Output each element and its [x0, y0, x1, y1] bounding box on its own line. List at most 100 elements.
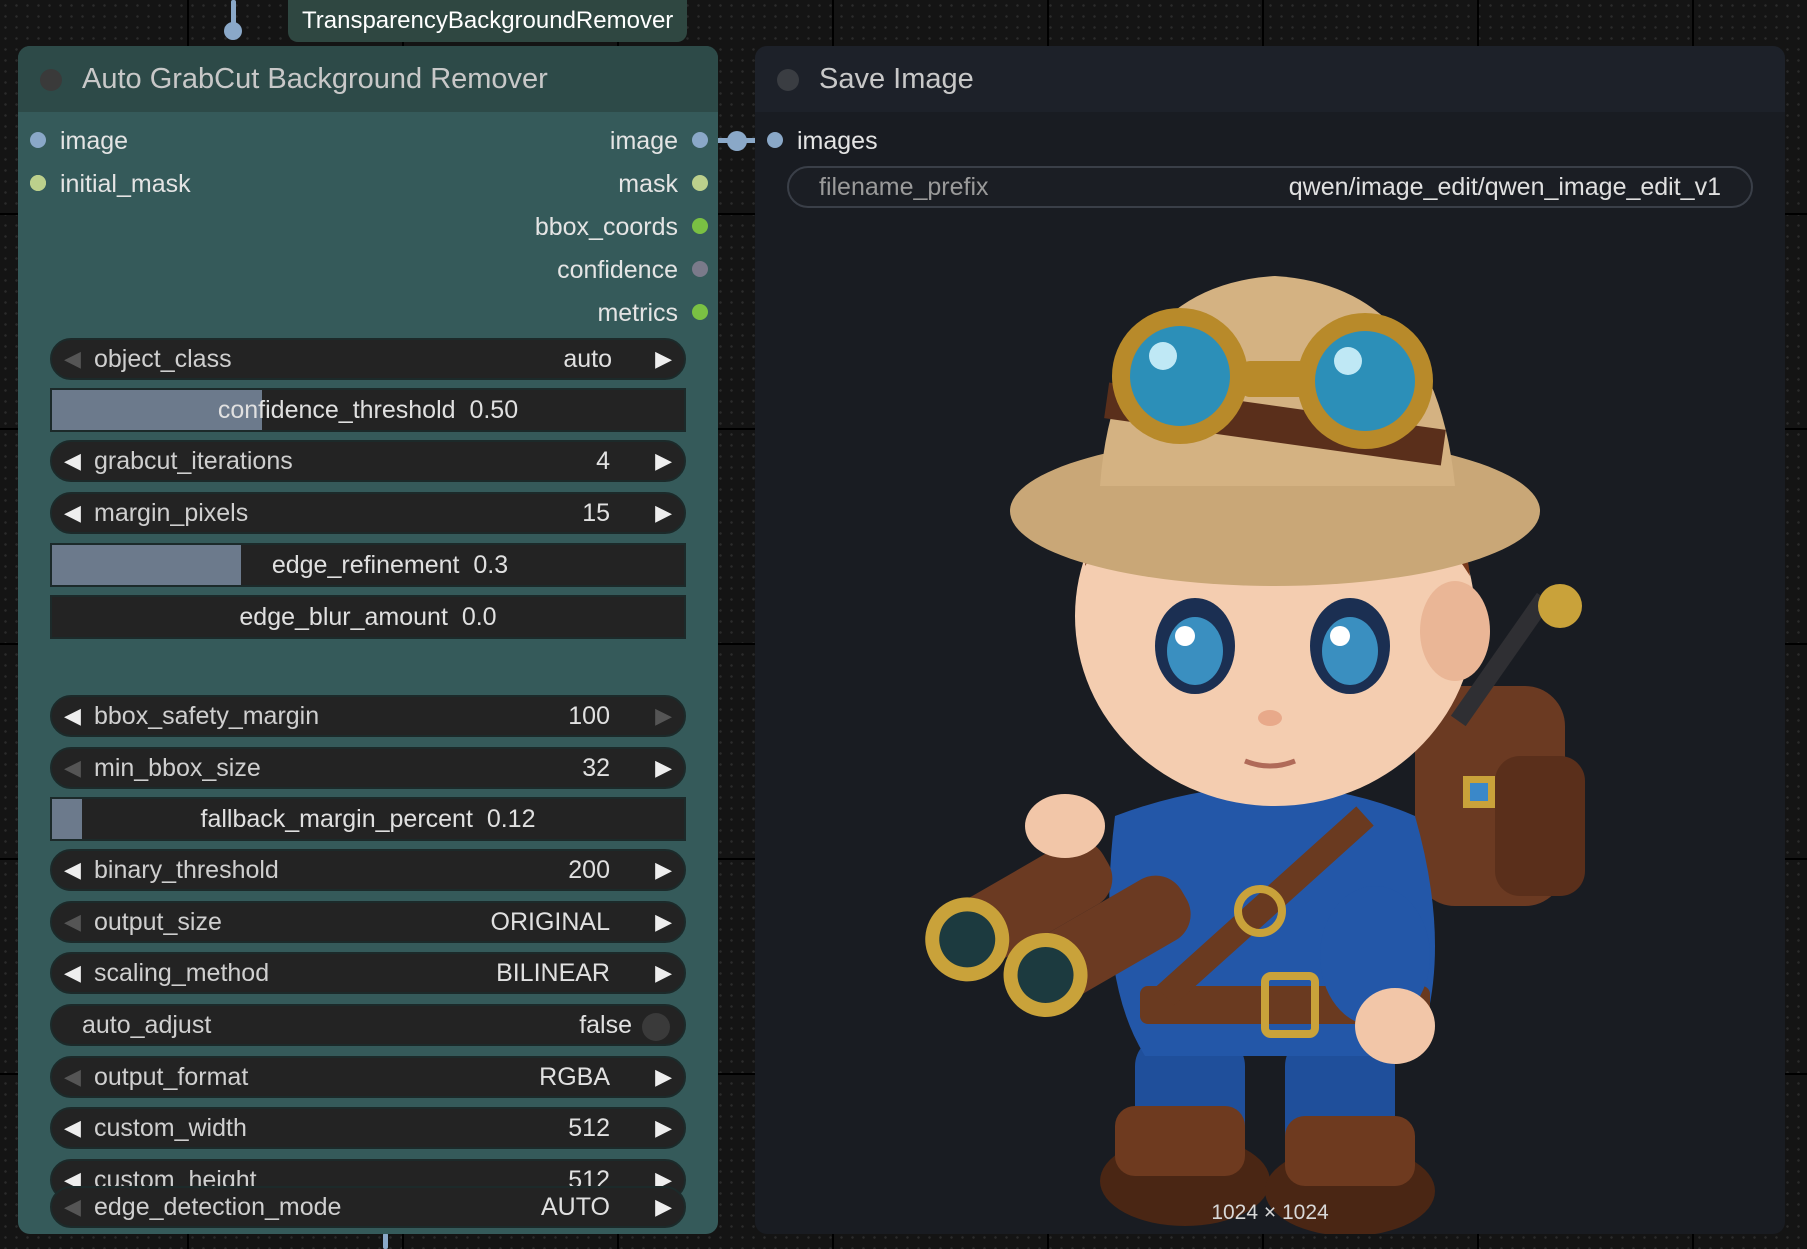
input-images-label: images [797, 127, 878, 155]
toggle-knob-icon[interactable] [642, 1013, 670, 1041]
field-value: qwen/image_edit/qwen_image_edit_v1 [1288, 173, 1721, 201]
increment-arrow-icon[interactable]: ▶ [655, 903, 672, 941]
widget-label: margin_pixels [94, 499, 249, 527]
slider-label: confidence_threshold 0.50 [217, 396, 519, 424]
widget-label: custom_width [94, 1114, 247, 1142]
field-label: filename_prefix [819, 173, 989, 201]
image-size-caption: 1024 × 1024 [1211, 1201, 1329, 1224]
widget-grabcut-iterations[interactable]: ◀ grabcut_iterations 4 ▶ [50, 440, 686, 482]
widget-custom-width[interactable]: ◀ custom_width 512 ▶ [50, 1107, 686, 1149]
decrement-arrow-icon[interactable]: ◀ [64, 903, 81, 941]
increment-arrow-icon[interactable]: ▶ [655, 749, 672, 787]
widget-label: output_format [94, 1063, 249, 1091]
widget-label: auto_adjust [82, 1011, 212, 1039]
widget-value: ORIGINAL [490, 908, 610, 936]
widget-label: edge_detection_mode [94, 1193, 342, 1221]
slider-confidence-threshold[interactable]: confidence_threshold 0.50 [50, 388, 686, 432]
widget-value: 32 [582, 754, 610, 782]
top-wire-dot [224, 22, 242, 40]
canvas-group-title: TransparencyBackgroundRemover [288, 0, 688, 42]
input-initial-mask-dot[interactable] [30, 175, 46, 191]
output-confidence-label: confidence [557, 256, 678, 284]
output-image-label: image [609, 127, 678, 155]
output-mask-dot[interactable] [692, 175, 708, 191]
decrement-arrow-icon[interactable]: ◀ [64, 851, 81, 889]
slider-label: edge_blur_amount 0.0 [239, 603, 497, 631]
slider-edge-refinement[interactable]: edge_refinement 0.3 [50, 543, 686, 587]
widget-label: binary_threshold [94, 856, 279, 884]
input-image-dot[interactable] [30, 132, 46, 148]
link-reroute-dot[interactable] [727, 131, 747, 151]
increment-arrow-icon[interactable]: ▶ [655, 697, 672, 735]
increment-arrow-icon[interactable]: ▶ [655, 1058, 672, 1096]
widget-label: min_bbox_size [94, 754, 261, 782]
increment-arrow-icon[interactable]: ▶ [655, 851, 672, 889]
decrement-arrow-icon[interactable]: ◀ [64, 1058, 81, 1096]
chibi-explorer-with-binoculars-image [925, 276, 1585, 1234]
slider-label: fallback_margin_percent 0.12 [200, 805, 536, 833]
widget-output-size[interactable]: ◀ output_size ORIGINAL ▶ [50, 901, 686, 943]
input-image-label: image [60, 127, 129, 155]
decrement-arrow-icon[interactable]: ◀ [64, 749, 81, 787]
decrement-arrow-icon[interactable]: ◀ [64, 697, 81, 735]
widget-value: 15 [582, 499, 610, 527]
widget-value: 4 [596, 447, 610, 475]
widget-min-bbox-size[interactable]: ◀ min_bbox_size 32 ▶ [50, 747, 686, 789]
output-metrics-label: metrics [597, 299, 678, 327]
decrement-arrow-icon[interactable]: ◀ [64, 954, 81, 992]
collapse-dot-icon[interactable] [777, 69, 799, 91]
widget-label: object_class [94, 345, 232, 373]
widget-value: 200 [568, 856, 610, 884]
decrement-arrow-icon[interactable]: ◀ [64, 1109, 81, 1147]
decrement-arrow-icon[interactable]: ◀ [64, 494, 81, 532]
widget-value: BILINEAR [496, 959, 610, 987]
increment-arrow-icon[interactable]: ▶ [655, 1109, 672, 1147]
node-title: Auto GrabCut Background Remover [82, 63, 548, 95]
output-bbox-coords-dot[interactable] [692, 218, 708, 234]
increment-arrow-icon[interactable]: ▶ [655, 1188, 672, 1226]
toggle-auto-adjust[interactable]: auto_adjust false [50, 1004, 686, 1046]
widget-value: 512 [568, 1114, 610, 1142]
widget-value: RGBA [539, 1063, 610, 1091]
node-header[interactable]: Save Image [755, 46, 1785, 112]
decrement-arrow-icon[interactable]: ◀ [64, 340, 81, 378]
filename-prefix-field[interactable]: filename_prefix qwen/image_edit/qwen_ima… [787, 166, 1753, 208]
decrement-arrow-icon[interactable]: ◀ [64, 442, 81, 480]
widget-output-format[interactable]: ◀ output_format RGBA ▶ [50, 1056, 686, 1098]
widget-object-class[interactable]: ◀ object_class auto ▶ [50, 338, 686, 380]
widget-margin-pixels[interactable]: ◀ margin_pixels 15 ▶ [50, 492, 686, 534]
widget-label: grabcut_iterations [94, 447, 293, 475]
increment-arrow-icon[interactable]: ▶ [655, 442, 672, 480]
widget-value: 100 [568, 702, 610, 730]
widget-label: bbox_safety_margin [94, 702, 320, 730]
node-header[interactable]: Auto GrabCut Background Remover [18, 46, 718, 112]
increment-arrow-icon[interactable]: ▶ [655, 954, 672, 992]
output-mask-label: mask [618, 170, 678, 198]
output-bbox-coords-label: bbox_coords [534, 213, 678, 241]
widget-binary-threshold[interactable]: ◀ binary_threshold 200 ▶ [50, 849, 686, 891]
slider-edge-blur-amount[interactable]: edge_blur_amount 0.0 [50, 595, 686, 639]
node-title: Save Image [819, 63, 974, 95]
widget-label: output_size [94, 908, 222, 936]
output-confidence-dot[interactable] [692, 261, 708, 277]
save-image-node[interactable]: Save Image images filename_prefix qwen/i… [755, 46, 1785, 1234]
widget-edge-detection-mode[interactable]: ◀ edge_detection_mode AUTO ▶ [50, 1186, 686, 1228]
output-image-dot[interactable] [692, 132, 708, 148]
slider-fallback-margin-percent[interactable]: fallback_margin_percent 0.12 [50, 797, 686, 841]
increment-arrow-icon[interactable]: ▶ [655, 494, 672, 532]
widget-value: false [579, 1011, 632, 1039]
widget-label: scaling_method [94, 959, 270, 987]
widget-value: AUTO [541, 1193, 610, 1221]
collapse-dot-icon[interactable] [40, 69, 62, 91]
widget-value: auto [563, 345, 612, 373]
slider-fill [52, 799, 82, 839]
increment-arrow-icon[interactable]: ▶ [655, 340, 672, 378]
slider-label: edge_refinement 0.3 [271, 551, 509, 579]
bottom-wire [383, 1233, 388, 1249]
widget-bbox-safety-margin[interactable]: ◀ bbox_safety_margin 100 ▶ [50, 695, 686, 737]
output-metrics-dot[interactable] [692, 304, 708, 320]
input-images-dot[interactable] [767, 132, 783, 148]
widget-scaling-method[interactable]: ◀ scaling_method BILINEAR ▶ [50, 952, 686, 994]
decrement-arrow-icon[interactable]: ◀ [64, 1188, 81, 1226]
auto-grabcut-node[interactable]: Auto GrabCut Background Remover image in… [18, 46, 718, 1234]
